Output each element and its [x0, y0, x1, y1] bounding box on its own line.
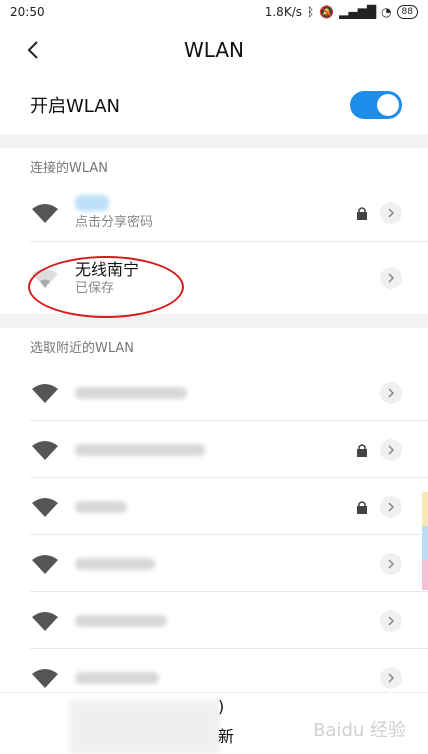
chevron-right-icon	[388, 672, 395, 683]
wifi-signal-icon	[32, 497, 58, 517]
blurred-overlay	[70, 700, 220, 754]
wifi-status-icon: ◔	[381, 5, 392, 19]
network-details-button[interactable]	[380, 609, 402, 632]
partial-bottom-text-2: 新	[218, 727, 235, 746]
network-status: 点击分享密码	[75, 215, 154, 230]
wlan-switch-label: 开启WLAN	[30, 96, 121, 117]
chevron-right-icon	[388, 444, 395, 455]
divider	[0, 134, 428, 148]
page-title: WLAN	[183, 38, 245, 62]
network-details-button[interactable]	[380, 666, 402, 689]
wifi-signal-icon	[32, 611, 58, 631]
nearby-network-row[interactable]	[0, 421, 428, 478]
network-row-connected[interactable]: 点击分享密码	[0, 184, 428, 242]
chevron-right-icon	[388, 208, 395, 218]
network-details-button[interactable]	[380, 381, 402, 404]
nearby-network-row[interactable]	[0, 478, 428, 535]
edge-strip	[422, 560, 428, 590]
status-bar: 20:50 1.8K/s ᛒ 🔕 ▂▄▆█ ◔ 88	[0, 0, 428, 24]
clock-time: 20:50	[10, 5, 45, 19]
chevron-right-icon	[388, 615, 395, 626]
edge-strip	[422, 492, 428, 526]
lock-icon	[357, 207, 367, 220]
connected-section-title: 连接的WLAN	[30, 160, 109, 176]
partial-bottom-text: )	[218, 697, 225, 716]
network-details-button[interactable]	[380, 202, 402, 224]
lock-icon	[357, 443, 367, 457]
wlan-settings-screen: 20:50 1.8K/s ᛒ 🔕 ▂▄▆█ ◔ 88 WLAN 开启WLAN 连…	[0, 0, 428, 754]
wifi-signal-icon	[32, 383, 58, 403]
chevron-right-icon	[388, 387, 395, 398]
network-details-button[interactable]	[380, 438, 402, 461]
title-bar: WLAN	[0, 24, 428, 76]
network-details-button[interactable]	[380, 552, 402, 575]
divider	[0, 314, 428, 328]
status-icons: 1.8K/s ᛒ 🔕 ▂▄▆█ ◔ 88	[265, 5, 418, 19]
red-highlight-circle	[28, 256, 184, 318]
nearby-network-list	[0, 364, 428, 706]
network-details-button[interactable]	[380, 267, 402, 289]
battery-icon: 88	[396, 5, 418, 19]
wifi-signal-icon	[32, 554, 58, 574]
blurred-ssid	[75, 443, 205, 456]
edge-strip	[422, 526, 428, 560]
blurred-ssid	[75, 614, 167, 627]
back-arrow-icon[interactable]	[22, 38, 46, 62]
nearby-network-row[interactable]	[0, 364, 428, 421]
nearby-network-row[interactable]	[0, 592, 428, 649]
bluetooth-icon: ᛒ	[306, 5, 315, 19]
blurred-ssid	[75, 500, 127, 513]
chevron-right-icon	[388, 273, 395, 283]
nearby-network-row[interactable]	[0, 535, 428, 592]
mute-icon: 🔕	[319, 5, 335, 19]
chevron-right-icon	[388, 501, 395, 512]
watermark-logo: Baidu 经验	[313, 720, 406, 741]
network-details-button[interactable]	[380, 495, 402, 518]
blurred-ssid	[75, 386, 187, 399]
bottom-action-bar: ) 新 Baidu 经验	[0, 692, 428, 754]
wifi-signal-icon	[32, 440, 58, 460]
network-speed: 1.8K/s	[264, 5, 302, 19]
blurred-ssid	[75, 671, 159, 684]
nearby-section-title: 选取附近的WLAN	[30, 340, 135, 356]
lock-icon	[357, 500, 367, 514]
blurred-ssid	[75, 557, 155, 570]
wifi-signal-icon	[32, 668, 58, 688]
wifi-signal-icon	[32, 204, 58, 223]
chevron-right-icon	[388, 558, 395, 569]
signal-icon: ▂▄▆█	[339, 5, 377, 19]
wlan-switch-row[interactable]: 开启WLAN	[0, 76, 428, 134]
wlan-toggle-switch[interactable]	[350, 91, 402, 119]
blurred-ssid	[75, 195, 109, 211]
